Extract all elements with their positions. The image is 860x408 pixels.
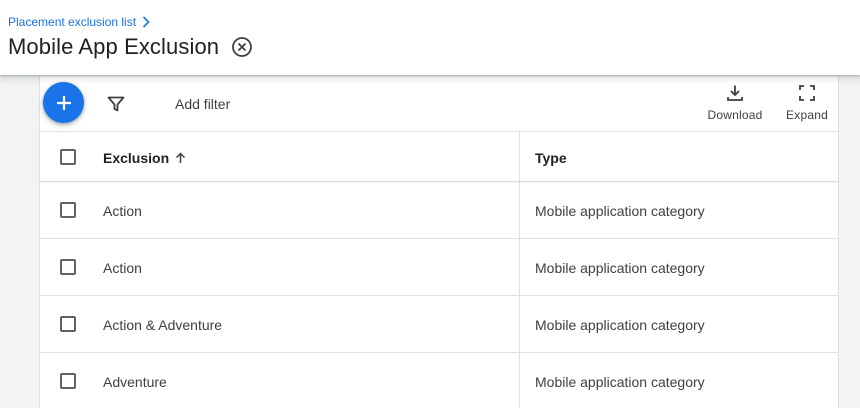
chevron-right-icon [142, 16, 150, 28]
exclusion-cell: Action & Adventure [103, 317, 223, 333]
table-row: Adventure Mobile application category [40, 353, 838, 408]
column-divider [519, 132, 520, 181]
close-circle-icon [232, 37, 253, 57]
exclusion-cell: Action [103, 203, 142, 219]
column-divider [519, 239, 520, 295]
select-all-checkbox[interactable] [60, 149, 76, 165]
table-row: Action Mobile application category [40, 239, 838, 296]
column-header-exclusion[interactable]: Exclusion [103, 150, 186, 166]
row-checkbox[interactable] [60, 202, 76, 218]
page-title: Mobile App Exclusion [8, 34, 220, 59]
expand-icon [799, 85, 815, 101]
table-row: Action & Adventure Mobile application ca… [40, 296, 838, 353]
table-header-row: Exclusion Type [40, 132, 838, 182]
exclusion-cell: Adventure [103, 374, 167, 390]
column-header-type[interactable]: Type [535, 150, 567, 166]
breadcrumb[interactable]: Placement exclusion list [8, 15, 150, 29]
arrow-up-icon [176, 152, 186, 163]
type-cell: Mobile application category [535, 317, 705, 333]
type-cell: Mobile application category [535, 374, 705, 390]
type-cell: Mobile application category [535, 260, 705, 276]
exclusion-table-card: Add filter Download Expand Exclusion Typ… [39, 76, 839, 408]
plus-icon [56, 95, 71, 110]
add-button[interactable] [43, 82, 84, 123]
column-header-label: Exclusion [103, 150, 170, 166]
add-filter-button[interactable]: Add filter [175, 96, 230, 112]
type-cell: Mobile application category [535, 203, 705, 219]
expand-label: Expand [786, 108, 828, 122]
download-label: Download [707, 108, 763, 122]
table-toolbar: Add filter Download Expand [40, 76, 838, 132]
page-header: Placement exclusion list Mobile App Excl… [0, 0, 860, 75]
row-checkbox[interactable] [60, 373, 76, 389]
exclusion-table: Exclusion Type Action Mobile application… [40, 132, 838, 408]
expand-button[interactable]: Expand [780, 84, 834, 122]
download-icon [727, 85, 743, 101]
table-row: Action Mobile application category [40, 182, 838, 239]
exclusion-cell: Action [103, 260, 142, 276]
column-divider [519, 182, 520, 238]
download-button[interactable]: Download [704, 84, 766, 122]
filter-icon[interactable] [106, 94, 126, 114]
row-checkbox[interactable] [60, 316, 76, 332]
breadcrumb-link[interactable]: Placement exclusion list [8, 15, 136, 29]
row-checkbox[interactable] [60, 259, 76, 275]
remove-button[interactable] [231, 36, 253, 58]
column-divider [519, 353, 520, 408]
column-divider [519, 296, 520, 352]
